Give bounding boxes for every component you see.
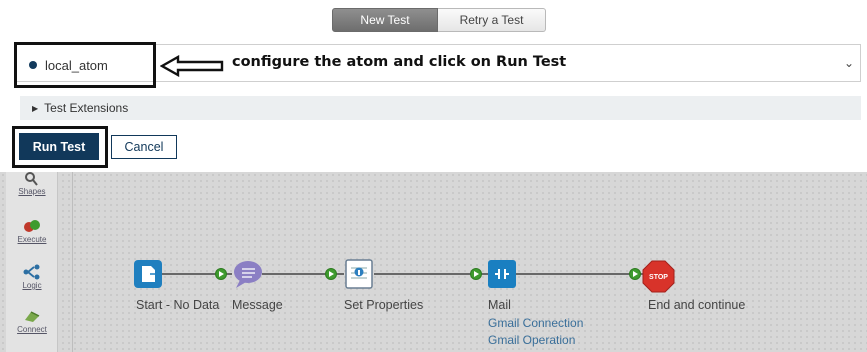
shape-label-message: Message xyxy=(232,298,283,312)
mail-operation-link[interactable]: Gmail Operation xyxy=(488,333,575,347)
shape-label-start: Start - No Data xyxy=(136,298,220,312)
shape-label-end: End and continue xyxy=(648,298,746,312)
mail-connector-icon[interactable] xyxy=(488,260,516,288)
start-icon[interactable] xyxy=(134,260,162,288)
shape-label-mail: Mail xyxy=(488,298,511,312)
set-properties-icon[interactable] xyxy=(345,259,373,289)
stop-icon[interactable]: STOP xyxy=(642,260,675,293)
stop-badge-text: STOP xyxy=(649,274,668,281)
shape-label-set-properties: Set Properties xyxy=(344,298,424,312)
message-icon[interactable] xyxy=(234,261,262,288)
mail-connection-link[interactable]: Gmail Connection xyxy=(488,316,583,330)
